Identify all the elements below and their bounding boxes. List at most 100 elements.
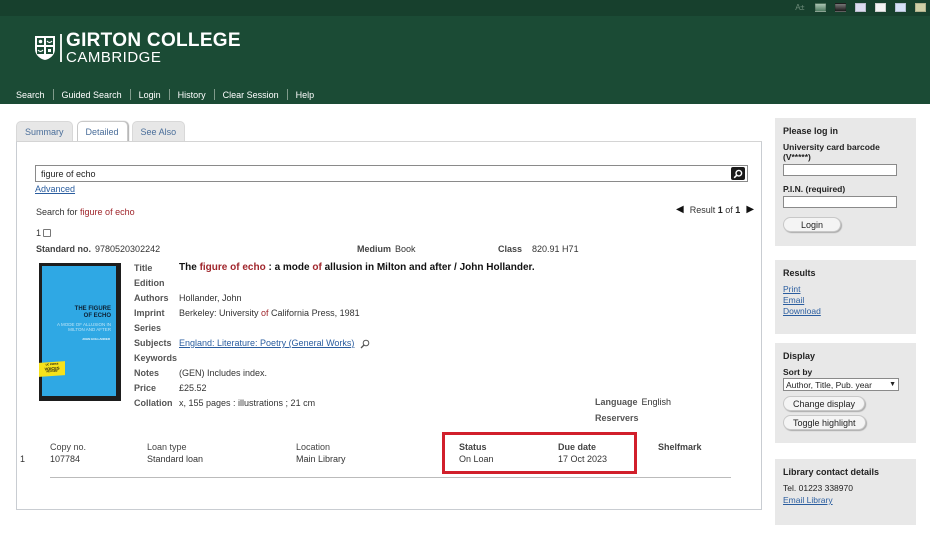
tel-label: Tel. xyxy=(783,483,797,493)
loan-type-value: Standard loan xyxy=(147,454,204,464)
select-record-checkbox[interactable] xyxy=(43,229,52,237)
class-value: 820.91 H71 xyxy=(532,244,579,254)
title-highlight: figure of echo xyxy=(199,262,266,273)
tab-detailed[interactable]: Detailed xyxy=(76,121,128,143)
subject-search-icon[interactable] xyxy=(360,339,370,349)
nav-history[interactable]: History xyxy=(170,90,214,100)
title-value: The figure of echo : a mode of allusion … xyxy=(179,262,535,273)
theme-swatch-tan[interactable] xyxy=(915,3,926,12)
title-part: The xyxy=(179,262,200,273)
field-language: Language English xyxy=(595,397,671,407)
results-box: Results Print Email Download xyxy=(775,260,916,334)
field-label: Authors xyxy=(134,293,169,303)
tab-see-also[interactable]: See Also xyxy=(131,121,186,143)
search-button[interactable] xyxy=(731,167,745,180)
field-keywords: Keywords xyxy=(134,353,535,368)
result-total: 1 xyxy=(735,204,741,215)
theme-swatch-green[interactable] xyxy=(815,3,826,12)
next-result-arrow-icon[interactable]: ▶ xyxy=(746,204,754,215)
field-notes: Notes (GEN) Includes index. xyxy=(134,368,535,383)
college-logo[interactable]: GIRTON COLLEGE CAMBRIDGE xyxy=(34,31,241,65)
barcode-input[interactable] xyxy=(783,164,897,176)
title-part: : a mode xyxy=(265,262,313,273)
collation-value: x, 155 pages : illustrations ; 21 cm xyxy=(179,398,316,408)
search-input[interactable] xyxy=(36,166,716,181)
subject-link[interactable]: England: Literature: Poetry (General Wor… xyxy=(179,338,354,348)
theme-swatch-lavender[interactable] xyxy=(855,3,866,12)
holdings-divider xyxy=(50,477,731,478)
crest-icon xyxy=(35,36,55,60)
chevron-down-icon: ▼ xyxy=(889,381,896,388)
nav-guided-search[interactable]: Guided Search xyxy=(54,90,130,100)
standard-no-label: Standard no. xyxy=(36,244,92,254)
field-label: Subjects xyxy=(134,338,172,348)
search-for-term: figure of echo xyxy=(80,207,135,217)
standard-no-value: 9780520302242 xyxy=(95,244,161,254)
theme-swatch-white[interactable] xyxy=(875,3,886,12)
cover-subtitle-line: MILTON AND AFTER xyxy=(68,327,111,333)
brand-subtitle: CAMBRIDGE xyxy=(66,49,162,66)
search-box xyxy=(35,165,748,182)
record-number: 1 xyxy=(36,228,52,238)
col-loan-type: Loan type xyxy=(147,442,187,452)
change-display-button[interactable]: Change display xyxy=(783,396,866,411)
site-header: GIRTON COLLEGE CAMBRIDGE Search Guided S… xyxy=(0,16,930,104)
field-authors: Authors Hollander, John xyxy=(134,293,535,308)
email-library-link[interactable]: Email Library xyxy=(783,495,908,506)
record-panel: Advanced Search for figure of echo ◀ Res… xyxy=(16,141,762,510)
cover-title: THE FIGURE OF ECHO xyxy=(75,306,111,320)
field-label: Imprint xyxy=(134,308,165,318)
text-size-icon[interactable]: A± xyxy=(795,3,804,12)
field-collation: Collation x, 155 pages : illustrations ;… xyxy=(134,398,535,413)
cover-title-line: OF ECHO xyxy=(83,312,111,319)
previous-result-arrow-icon[interactable]: ◀ xyxy=(676,204,684,215)
brand-title: GIRTON COLLEGE xyxy=(66,30,241,51)
nav-help[interactable]: Help xyxy=(288,90,323,100)
imprint-part: California Press, 1981 xyxy=(268,308,360,318)
sort-by-select[interactable]: Author, Title, Pub. year ▼ xyxy=(783,378,899,391)
medium-label: Medium xyxy=(357,244,392,254)
field-price: Price £25.52 xyxy=(134,383,535,398)
field-label: Edition xyxy=(134,278,165,288)
field-label: Price xyxy=(134,383,157,393)
logo-divider xyxy=(60,34,62,62)
class-mark: Class 820.91 H71 xyxy=(498,244,579,254)
toggle-highlight-button[interactable]: Toggle highlight xyxy=(783,415,866,430)
theme-swatch-dark[interactable] xyxy=(835,3,846,12)
imprint-part: Berkeley: University xyxy=(179,308,262,318)
col-copy-no: Copy no. xyxy=(50,442,87,452)
title-highlight: of xyxy=(312,262,322,273)
theme-swatch-blue[interactable] xyxy=(895,3,906,12)
print-link[interactable]: Print xyxy=(783,284,908,295)
record-index: 1 xyxy=(36,228,42,238)
cover-author: JOHN HOLLANDER xyxy=(81,337,110,341)
nav-login[interactable]: Login xyxy=(131,90,169,100)
advanced-search-link[interactable]: Advanced xyxy=(35,184,75,194)
download-link[interactable]: Download xyxy=(783,306,908,317)
results-heading: Results xyxy=(783,268,816,278)
nav-clear-session[interactable]: Clear Session xyxy=(215,90,287,100)
pin-input[interactable] xyxy=(783,196,897,208)
field-label: Notes xyxy=(134,368,160,378)
nav-search[interactable]: Search xyxy=(0,90,53,100)
language-value: English xyxy=(641,397,672,407)
field-label: Language xyxy=(595,397,638,407)
tab-summary[interactable]: Summary xyxy=(16,121,73,143)
field-series: Series xyxy=(134,323,535,338)
col-location: Location xyxy=(296,442,331,452)
sort-selected-value: Author, Title, Pub. year xyxy=(786,379,872,390)
email-link[interactable]: Email xyxy=(783,295,908,306)
field-subjects: Subjects England: Literature: Poetry (Ge… xyxy=(134,338,535,353)
barcode-label: University card barcode (V*****) xyxy=(783,142,880,162)
copy-no-value: 107784 xyxy=(50,454,81,464)
field-title: Title The figure of echo : a mode of all… xyxy=(134,262,535,278)
cover-title-line: THE FIGURE xyxy=(74,306,111,312)
login-button[interactable]: Login xyxy=(783,217,842,232)
subjects-value: England: Literature: Poetry (General Wor… xyxy=(179,338,370,349)
field-label: Collation xyxy=(134,398,173,408)
view-tabs: Summary Detailed See Also xyxy=(16,121,186,143)
pin-label: P.I.N. (required) xyxy=(783,184,846,194)
book-cover-image[interactable]: THE FIGURE OF ECHO A MODE OF ALLUSION IN… xyxy=(39,263,121,401)
class-label: Class xyxy=(498,244,523,254)
standard-number: Standard no. 9780520302242 xyxy=(36,244,160,254)
